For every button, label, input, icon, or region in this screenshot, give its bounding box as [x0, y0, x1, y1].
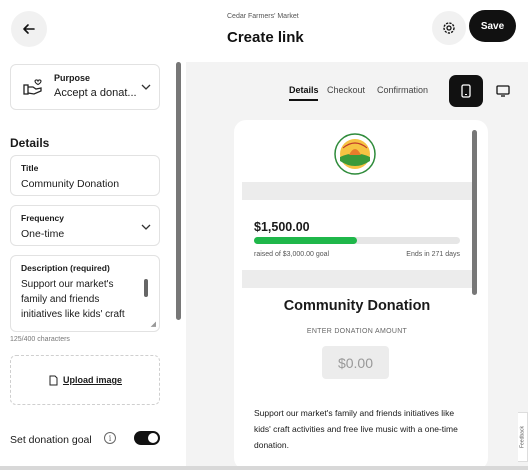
- tab-confirmation[interactable]: Confirmation: [377, 85, 428, 95]
- chevron-down-icon: [141, 84, 151, 90]
- ends-caption: Ends in 271 days: [406, 251, 460, 258]
- active-tab-indicator: [289, 99, 318, 101]
- toggle-knob: [148, 433, 158, 443]
- donation-goal-toggle[interactable]: [134, 431, 160, 445]
- gear-icon: [443, 22, 455, 34]
- top-bar: Cedar Farmers' Market Create link Save: [0, 0, 528, 62]
- settings-button[interactable]: [432, 11, 466, 45]
- save-button[interactable]: Save: [469, 10, 516, 42]
- preview-scrollbar[interactable]: [472, 130, 477, 295]
- phone-preview-card: $1,500.00 raised of $3,000.00 goal Ends …: [234, 120, 488, 470]
- preview-panel: Details Checkout Confirmation $1,500.00 …: [186, 62, 528, 470]
- donation-amount-input[interactable]: $0.00: [322, 346, 389, 379]
- divider-band: [242, 270, 472, 288]
- upload-image-button[interactable]: Upload image: [10, 355, 160, 405]
- bottom-edge: [0, 466, 528, 470]
- raised-caption: raised of $3,000.00 goal: [254, 251, 330, 258]
- tab-checkout[interactable]: Checkout: [327, 85, 365, 95]
- frequency-select[interactable]: Frequency One-time: [10, 205, 160, 246]
- info-icon[interactable]: i: [104, 432, 116, 444]
- purpose-select[interactable]: Purpose Accept a donat...: [10, 64, 160, 110]
- desktop-preview-button[interactable]: [491, 79, 515, 103]
- description-textarea[interactable]: Support our market's family and friends …: [21, 277, 133, 323]
- desktop-icon: [496, 85, 510, 97]
- hand-heart-icon: [23, 79, 43, 102]
- donation-goal-label: Set donation goal: [10, 434, 92, 446]
- title-field-label: Title: [21, 163, 39, 173]
- donation-goal-row: Set donation goal i: [10, 431, 162, 449]
- frequency-label: Frequency: [21, 213, 64, 223]
- details-heading: Details: [10, 136, 50, 150]
- phone-icon: [461, 84, 471, 98]
- description-scrollbar[interactable]: [144, 279, 148, 297]
- resize-handle-icon[interactable]: ◢: [151, 320, 156, 328]
- settings-panel-scrollbar[interactable]: [176, 62, 181, 320]
- frequency-value: One-time: [21, 228, 65, 240]
- organization-name: Cedar Farmers' Market: [227, 13, 299, 20]
- purpose-label: Purpose: [54, 73, 91, 83]
- enter-amount-label: ENTER DONATION AMOUNT: [306, 328, 408, 335]
- page-title: Create link: [227, 29, 304, 46]
- title-field-value[interactable]: Community Donation: [21, 178, 119, 190]
- feedback-tab[interactable]: Feedback: [518, 412, 528, 462]
- market-logo: [334, 133, 376, 175]
- tab-details[interactable]: Details: [289, 85, 319, 95]
- campaign-description: Support our market's family and friends …: [254, 408, 458, 450]
- chevron-down-icon: [141, 224, 151, 230]
- title-field[interactable]: Title Community Donation: [10, 155, 160, 196]
- goal-progress-fill: [254, 237, 357, 244]
- raised-amount: $1,500.00: [254, 220, 310, 234]
- description-field[interactable]: Description (required) Support our marke…: [10, 255, 160, 332]
- purpose-value: Accept a donat...: [54, 87, 137, 99]
- character-count: 125/400 characters: [10, 336, 70, 343]
- settings-panel: Purpose Accept a donat... Details Title …: [0, 62, 186, 470]
- back-button[interactable]: [11, 11, 47, 47]
- goal-progress-bar: [254, 237, 460, 244]
- arrow-left-icon: [23, 24, 35, 34]
- divider-band: [242, 182, 472, 200]
- description-label: Description (required): [21, 263, 110, 273]
- phone-preview-button[interactable]: [449, 75, 483, 107]
- campaign-title: Community Donation: [283, 298, 431, 314]
- upload-image-label: Upload image: [62, 375, 122, 385]
- image-icon: [49, 375, 58, 385]
